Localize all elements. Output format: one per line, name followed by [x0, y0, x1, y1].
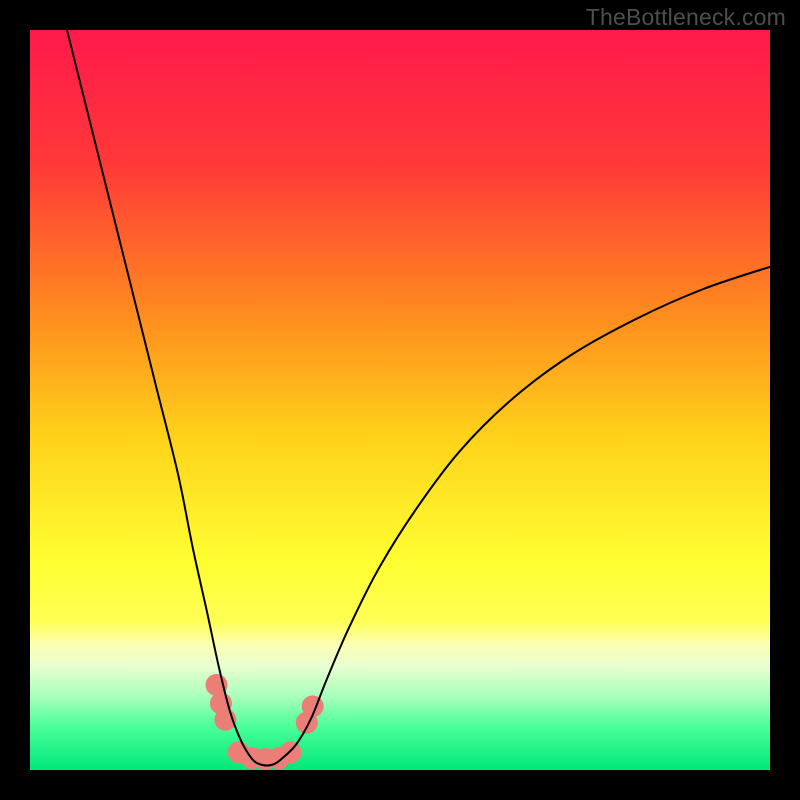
chart-frame: TheBottleneck.com [0, 0, 800, 800]
bottleneck-curve [67, 30, 770, 766]
watermark-text: TheBottleneck.com [586, 4, 786, 31]
chart-svg [30, 30, 770, 770]
plot-area [30, 30, 770, 770]
